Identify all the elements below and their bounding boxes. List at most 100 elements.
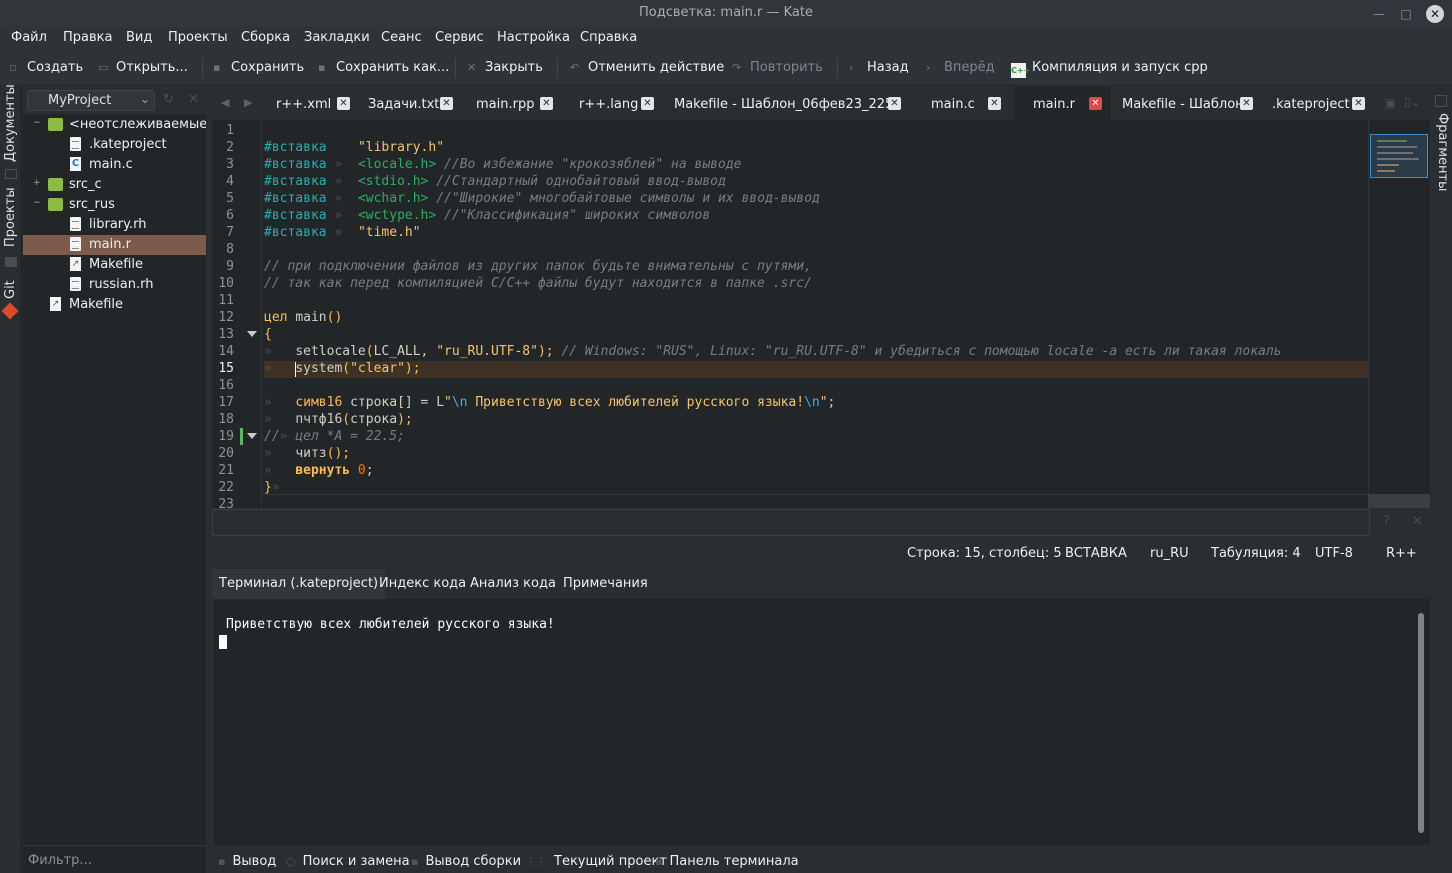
projects-tab[interactable]: Проекты xyxy=(3,187,18,247)
terminal-panel[interactable]: Приветствую всех любителей русского язык… xyxy=(214,599,1430,845)
search-replace-button[interactable]: ○ Поиск и замена xyxy=(286,854,410,869)
tab-code-index[interactable]: Индекс кода xyxy=(379,576,466,591)
tab-list-icon[interactable]: ▯⌄ xyxy=(1404,95,1421,109)
encoding[interactable]: UTF-8 xyxy=(1315,546,1353,561)
toolbar-separator xyxy=(455,58,456,78)
tree-file-kateproject[interactable]: .kateproject xyxy=(23,135,206,155)
tab-scroll-left-icon[interactable]: ◀ xyxy=(221,96,229,109)
undo-button[interactable]: ↶ Отменить действие xyxy=(570,60,724,75)
help-icon[interactable]: ? xyxy=(1383,514,1390,529)
c-file-icon: C xyxy=(70,157,81,171)
snippets-tab[interactable]: Фрагменты xyxy=(1435,113,1450,191)
tree-folder-src-rus[interactable]: − src_rus xyxy=(23,195,206,215)
dictionary[interactable]: ru_RU xyxy=(1150,546,1189,561)
folder-icon xyxy=(48,198,63,211)
compile-run-button[interactable]: C++ Компиляция и запуск cpp xyxy=(1011,60,1208,78)
code-editor[interactable]: 1 2 3 4 5 6 7 8 9 10 11 12 13 14 15 16 1… xyxy=(212,120,1368,508)
menu-settings[interactable]: Настройка xyxy=(497,30,570,45)
tree-file-makefile-root[interactable]: ↗ Makefile xyxy=(23,295,206,315)
tab-settings[interactable]: Табуляция: 4 xyxy=(1211,546,1301,561)
line-number: 9 xyxy=(226,259,234,274)
new-button[interactable]: ▫ Создать xyxy=(9,60,83,75)
tab-makefile-template[interactable]: Makefile - Шаблон ✕ xyxy=(1115,87,1255,120)
project-selector[interactable]: MyProject ⌄ xyxy=(27,90,155,111)
window-title: Подсветка: main.r — Kate xyxy=(638,5,813,20)
close-tab-icon[interactable]: ✕ xyxy=(440,97,453,110)
tab-code-analysis[interactable]: Анализ кода xyxy=(470,576,556,591)
close-tab-icon[interactable]: ✕ xyxy=(337,97,350,110)
tree-file-main-r[interactable]: main.r xyxy=(23,235,206,255)
current-project-button[interactable]: ⋮⋮ Текущий проект xyxy=(525,854,667,869)
tree-file-main-c[interactable]: C main.c xyxy=(23,155,206,175)
tab-r-lang[interactable]: r++.lang ✕ xyxy=(566,87,656,120)
tab-terminal[interactable]: Терминал (.kateproject) xyxy=(212,569,386,599)
close-tab-icon[interactable]: ✕ xyxy=(540,97,553,110)
terminal-panel-button[interactable]: ▪ Панель терминала xyxy=(655,854,799,869)
menu-file[interactable]: Файл xyxy=(11,30,47,45)
reload-icon[interactable]: ↻ xyxy=(163,92,174,107)
build-output-button[interactable]: ▪ Вывод сборки xyxy=(411,854,521,869)
close-tab-icon[interactable]: ✕ xyxy=(988,97,1001,110)
maximize-icon[interactable]: □ xyxy=(1397,5,1415,23)
menu-bookmarks[interactable]: Закладки xyxy=(304,30,370,45)
close-tab-icon[interactable]: ✕ xyxy=(1089,97,1102,110)
terminal-scrollbar[interactable] xyxy=(1418,613,1424,833)
horizontal-scrollbar[interactable] xyxy=(262,494,1368,508)
close-project-icon[interactable]: ✕ xyxy=(188,92,199,107)
code-line: //» цел *A = 22.5; xyxy=(264,429,405,444)
close-tab-icon[interactable]: ✕ xyxy=(1352,97,1365,110)
fold-marker-icon[interactable] xyxy=(247,433,257,439)
menu-build[interactable]: Сборка xyxy=(241,30,290,45)
close-button[interactable]: ✕ Закрыть xyxy=(467,60,543,75)
close-message-icon[interactable]: ✕ xyxy=(1412,514,1423,529)
new-document-icon: ▫ xyxy=(9,61,17,74)
tree-file-russian-rh[interactable]: russian.rh xyxy=(23,275,206,295)
input-mode[interactable]: ВСТАВКА xyxy=(1065,546,1127,561)
menu-tools[interactable]: Сервис xyxy=(435,30,484,45)
menu-session[interactable]: Сеанс xyxy=(381,30,422,45)
tree-file-library-rh[interactable]: library.rh xyxy=(23,215,206,235)
forward-button[interactable]: › Вперёд xyxy=(926,60,995,75)
save-button[interactable]: ▪ Сохранить xyxy=(213,60,304,75)
git-tab[interactable]: Git xyxy=(3,280,18,299)
tab-tasks-txt[interactable]: Задачи.txt ✕ xyxy=(356,87,458,120)
menu-projects[interactable]: Проекты xyxy=(168,30,228,45)
minimize-icon[interactable]: — xyxy=(1370,5,1388,23)
menu-edit[interactable]: Правка xyxy=(63,30,112,45)
redo-button[interactable]: ↷ Повторить xyxy=(732,60,823,75)
tab-makefile-template-dated[interactable]: Makefile - Шаблон_06фев23_2258 ✕ xyxy=(660,87,908,120)
output-button[interactable]: ▪ Вывод xyxy=(218,854,276,869)
tree-folder-src-c[interactable]: + src_c xyxy=(23,175,206,195)
menu-help[interactable]: Справка xyxy=(580,30,637,45)
save-as-button[interactable]: ▪ Сохранить как... xyxy=(318,60,449,75)
tree-file-makefile[interactable]: ↗ Makefile xyxy=(23,255,206,275)
arrow-left-icon: ‹ xyxy=(849,61,854,74)
tree-folder-untracked[interactable]: − <неотслеживаемые> xyxy=(23,115,218,135)
open-button[interactable]: ▭ Открыть... xyxy=(98,60,188,75)
tab-r-xml[interactable]: r++.xml ✕ xyxy=(264,87,356,120)
back-button[interactable]: ‹ Назад xyxy=(849,60,909,75)
modified-line-marker xyxy=(240,428,243,445)
minimap[interactable] xyxy=(1368,120,1430,508)
tab-notes[interactable]: Примечания xyxy=(563,576,648,591)
menu-view[interactable]: Вид xyxy=(126,30,152,45)
close-tab-icon[interactable]: ✕ xyxy=(1240,97,1253,110)
fold-marker-icon[interactable] xyxy=(247,331,257,337)
documents-tab[interactable]: Документы xyxy=(3,84,18,162)
tab-scroll-right-icon[interactable]: ▶ xyxy=(244,96,252,109)
tab-kateproject[interactable]: .kateproject ✕ xyxy=(1267,87,1367,120)
close-window-icon[interactable]: ✕ xyxy=(1426,5,1444,23)
tab-main-rpp[interactable]: main.rpp ✕ xyxy=(464,87,562,120)
tab-main-r[interactable]: main.r ✕ xyxy=(1015,87,1111,120)
text-file-icon xyxy=(70,277,81,291)
cursor-position[interactable]: Строка: 15, столбец: 5 xyxy=(907,546,1062,561)
filter-input[interactable]: Фильтр... xyxy=(23,845,206,873)
new-tab-icon[interactable]: ▣ xyxy=(1385,96,1396,110)
tab-main-c[interactable]: main.c ✕ xyxy=(917,87,1007,120)
expand-icon: + xyxy=(33,178,41,188)
minimap-line xyxy=(1377,146,1417,148)
close-tab-icon[interactable]: ✕ xyxy=(641,97,654,110)
scrollbar-corner xyxy=(1368,494,1430,508)
syntax-mode[interactable]: R++ xyxy=(1386,546,1417,561)
close-tab-icon[interactable]: ✕ xyxy=(888,97,901,110)
